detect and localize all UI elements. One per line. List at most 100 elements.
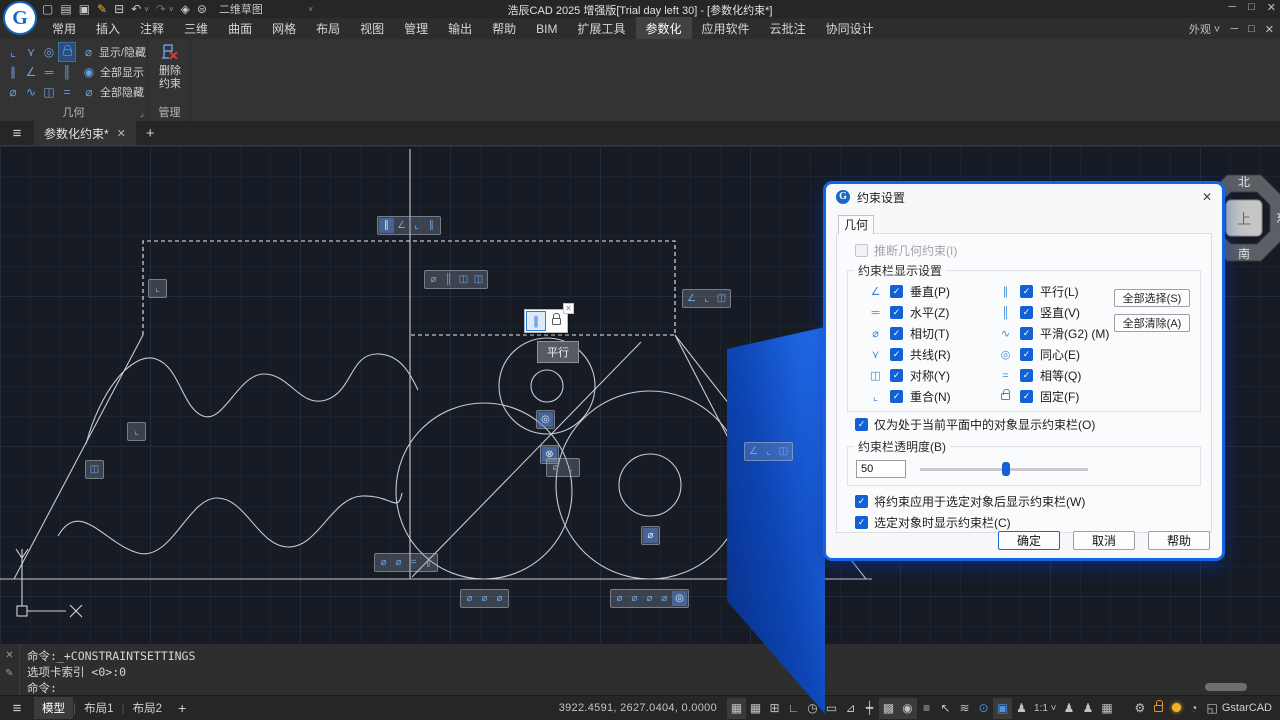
app-logo-icon[interactable]: G — [3, 1, 37, 35]
workspace-switch-icon[interactable]: ▣ — [993, 698, 1012, 719]
constraint-badge[interactable]: ⌀⌀⌀ — [460, 589, 509, 608]
parallel-constraint-button[interactable]: ∥ — [4, 62, 22, 82]
constraint-badge[interactable]: ⌀║◫◫ — [424, 270, 488, 289]
fixed-constraint-option[interactable] — [546, 311, 566, 331]
mini-toolbar-close-icon[interactable]: ✕ — [563, 303, 574, 314]
grid-display-icon[interactable]: ▦ — [727, 698, 746, 719]
tangent-constraint-button[interactable]: ⌀ — [4, 82, 22, 102]
command-scrollbar[interactable] — [1205, 683, 1247, 691]
apply-after-checkbox[interactable] — [855, 495, 868, 508]
ribbon-tab-常用[interactable]: 常用 — [42, 17, 86, 40]
auto-annotation-icon[interactable]: ♟ — [1060, 698, 1079, 719]
constraint-badge[interactable]: ⌀⌀=∥ — [374, 553, 438, 572]
hide-all-constraints-button[interactable]: ⌀ 全部隐藏 — [82, 82, 146, 102]
hatch-display-icon[interactable]: ▩ — [879, 698, 898, 719]
clear-all-button[interactable]: 全部清除(A) — [1114, 314, 1190, 332]
show-selected-checkbox[interactable] — [855, 516, 868, 529]
collinear-checkbox[interactable] — [890, 348, 903, 361]
slider-thumb[interactable] — [1002, 462, 1010, 476]
command-close-icon[interactable]: ✕ — [5, 650, 13, 661]
constraint-badge[interactable]: ⌞ — [127, 422, 146, 441]
perpendicular-checkbox[interactable] — [890, 285, 903, 298]
equal-checkbox[interactable] — [1020, 369, 1033, 382]
smooth-checkbox[interactable] — [1020, 327, 1033, 340]
coincident-constraint-button[interactable]: ⌞ — [4, 42, 22, 62]
constraint-badge[interactable]: ⌀ — [641, 526, 660, 545]
minimize-icon[interactable]: ─ — [1228, 1, 1236, 14]
equal-constraint-button[interactable]: = — [58, 82, 76, 102]
annotation-scale-icon[interactable]: 1:1 ˅ — [1031, 698, 1060, 719]
constraint-badge[interactable]: ⌀⌞ — [546, 458, 580, 477]
object-snap-icon[interactable]: ┿ — [860, 698, 879, 719]
infer-constraints-checkbox[interactable] — [855, 244, 868, 257]
osnap-tracking-icon[interactable]: ⊿ — [841, 698, 860, 719]
ribbon-tab-插入[interactable]: 插入 — [86, 17, 130, 40]
constraint-badge[interactable]: ∠⌞◫ — [744, 442, 793, 461]
quick-properties-icon[interactable]: ▦ — [1098, 698, 1117, 719]
status-menu-icon[interactable]: ≡ — [0, 700, 34, 717]
cancel-button[interactable]: 取消 — [1073, 531, 1135, 550]
ribbon-tab-扩展工具[interactable]: 扩展工具 — [568, 17, 636, 40]
tab-close-icon[interactable]: ✕ — [117, 127, 126, 140]
ribbon-tab-协同设计[interactable]: 协同设计 — [816, 17, 884, 40]
coincident-checkbox[interactable] — [890, 390, 903, 403]
layout-tab-model[interactable]: 模型 — [34, 697, 73, 719]
close-icon[interactable]: ✕ — [1267, 1, 1276, 14]
select-all-button[interactable]: 全部选择(S) — [1114, 289, 1190, 307]
appearance-dropdown[interactable]: 外观 ˅ — [1189, 21, 1220, 37]
ribbon-tab-输出[interactable]: 输出 — [438, 17, 482, 40]
vertical-checkbox[interactable] — [1020, 306, 1033, 319]
layout-tab-2[interactable]: 布局2 — [125, 697, 170, 719]
snap-icon[interactable]: ⊞ — [765, 698, 784, 719]
ortho-mode-icon[interactable]: ∟ — [784, 698, 803, 719]
fixed-checkbox[interactable] — [1020, 390, 1033, 403]
constraint-badge[interactable]: ◫ — [85, 460, 104, 479]
constraint-badge[interactable]: ⌞ — [148, 279, 167, 298]
show-selected-row[interactable]: 选定对象时显示约束栏(C) — [855, 512, 1203, 532]
tangent-checkbox[interactable] — [890, 327, 903, 340]
ribbon-tab-参数化[interactable]: 参数化 — [636, 17, 692, 40]
constraint-badge[interactable]: ∠⌞◫ — [682, 289, 731, 308]
vertical-constraint-button[interactable]: ║ — [58, 62, 76, 82]
document-tab[interactable]: 参数化约束* ✕ — [34, 121, 136, 145]
annotation-sync-icon[interactable]: ♟ — [1079, 698, 1098, 719]
settings-gear-icon[interactable]: ⚙ — [1135, 698, 1146, 719]
performance-gauge-icon[interactable]: ◔ — [1190, 698, 1197, 719]
show-hide-constraints-button[interactable]: ⌀ 显示/隐藏 — [82, 42, 146, 62]
new-tab-icon[interactable]: + — [146, 125, 155, 142]
ribbon-tab-曲面[interactable]: 曲面 — [218, 17, 262, 40]
constraint-badge[interactable]: ◎ — [536, 410, 555, 429]
ribbon-tab-管理[interactable]: 管理 — [394, 17, 438, 40]
show-all-constraints-button[interactable]: ◉ 全部显示 — [82, 62, 146, 82]
dialog-title-bar[interactable]: G 约束设置 ✕ — [826, 184, 1222, 210]
menu-icon[interactable]: ≡ — [0, 125, 34, 142]
add-layout-icon[interactable]: + — [178, 700, 186, 716]
horizontal-checkbox[interactable] — [890, 306, 903, 319]
ribbon-tab-布局[interactable]: 布局 — [306, 17, 350, 40]
command-prompt-line[interactable]: 命令: — [27, 680, 195, 696]
apply-after-row[interactable]: 将约束应用于选定对象后显示约束栏(W) — [855, 490, 1203, 512]
dialog-close-icon[interactable]: ✕ — [1202, 190, 1212, 204]
transparency-slider[interactable] — [920, 462, 1088, 476]
ribbon-tab-应用软件[interactable]: 应用软件 — [692, 17, 760, 40]
ribbon-tab-视图[interactable]: 视图 — [350, 17, 394, 40]
transparency-input[interactable] — [856, 460, 906, 478]
restore-icon[interactable]: □ — [1248, 1, 1255, 14]
zoom-object-icon[interactable]: ⊙ — [974, 698, 993, 719]
clean-screen-icon[interactable]: ◱ — [1207, 698, 1218, 719]
doc-restore-icon[interactable]: □ — [1248, 23, 1255, 35]
smooth-constraint-button[interactable]: ∿ — [22, 82, 40, 102]
ribbon-tab-注释[interactable]: 注释 — [130, 17, 174, 40]
help-button[interactable]: 帮助 — [1148, 531, 1210, 550]
collinear-constraint-button[interactable]: ⋎ — [22, 42, 40, 62]
concentric-checkbox[interactable] — [1020, 348, 1033, 361]
tab-geometry[interactable]: 几何 — [838, 215, 874, 234]
layer-control-icon[interactable]: ≋ — [955, 698, 974, 719]
only-current-plane-checkbox[interactable] — [855, 418, 868, 431]
parallel-checkbox[interactable] — [1020, 285, 1033, 298]
annotation-visibility-icon[interactable]: ♟ — [1012, 698, 1031, 719]
lineweight-display-icon[interactable]: ≡ — [917, 698, 936, 719]
only-current-plane-row[interactable]: 仅为处于当前平面中的对象显示约束栏(O) — [855, 412, 1203, 436]
snap-mode-icon[interactable]: ▦ — [746, 698, 765, 719]
infer-constraints-row[interactable]: 推断几何约束(I) — [855, 240, 1203, 260]
